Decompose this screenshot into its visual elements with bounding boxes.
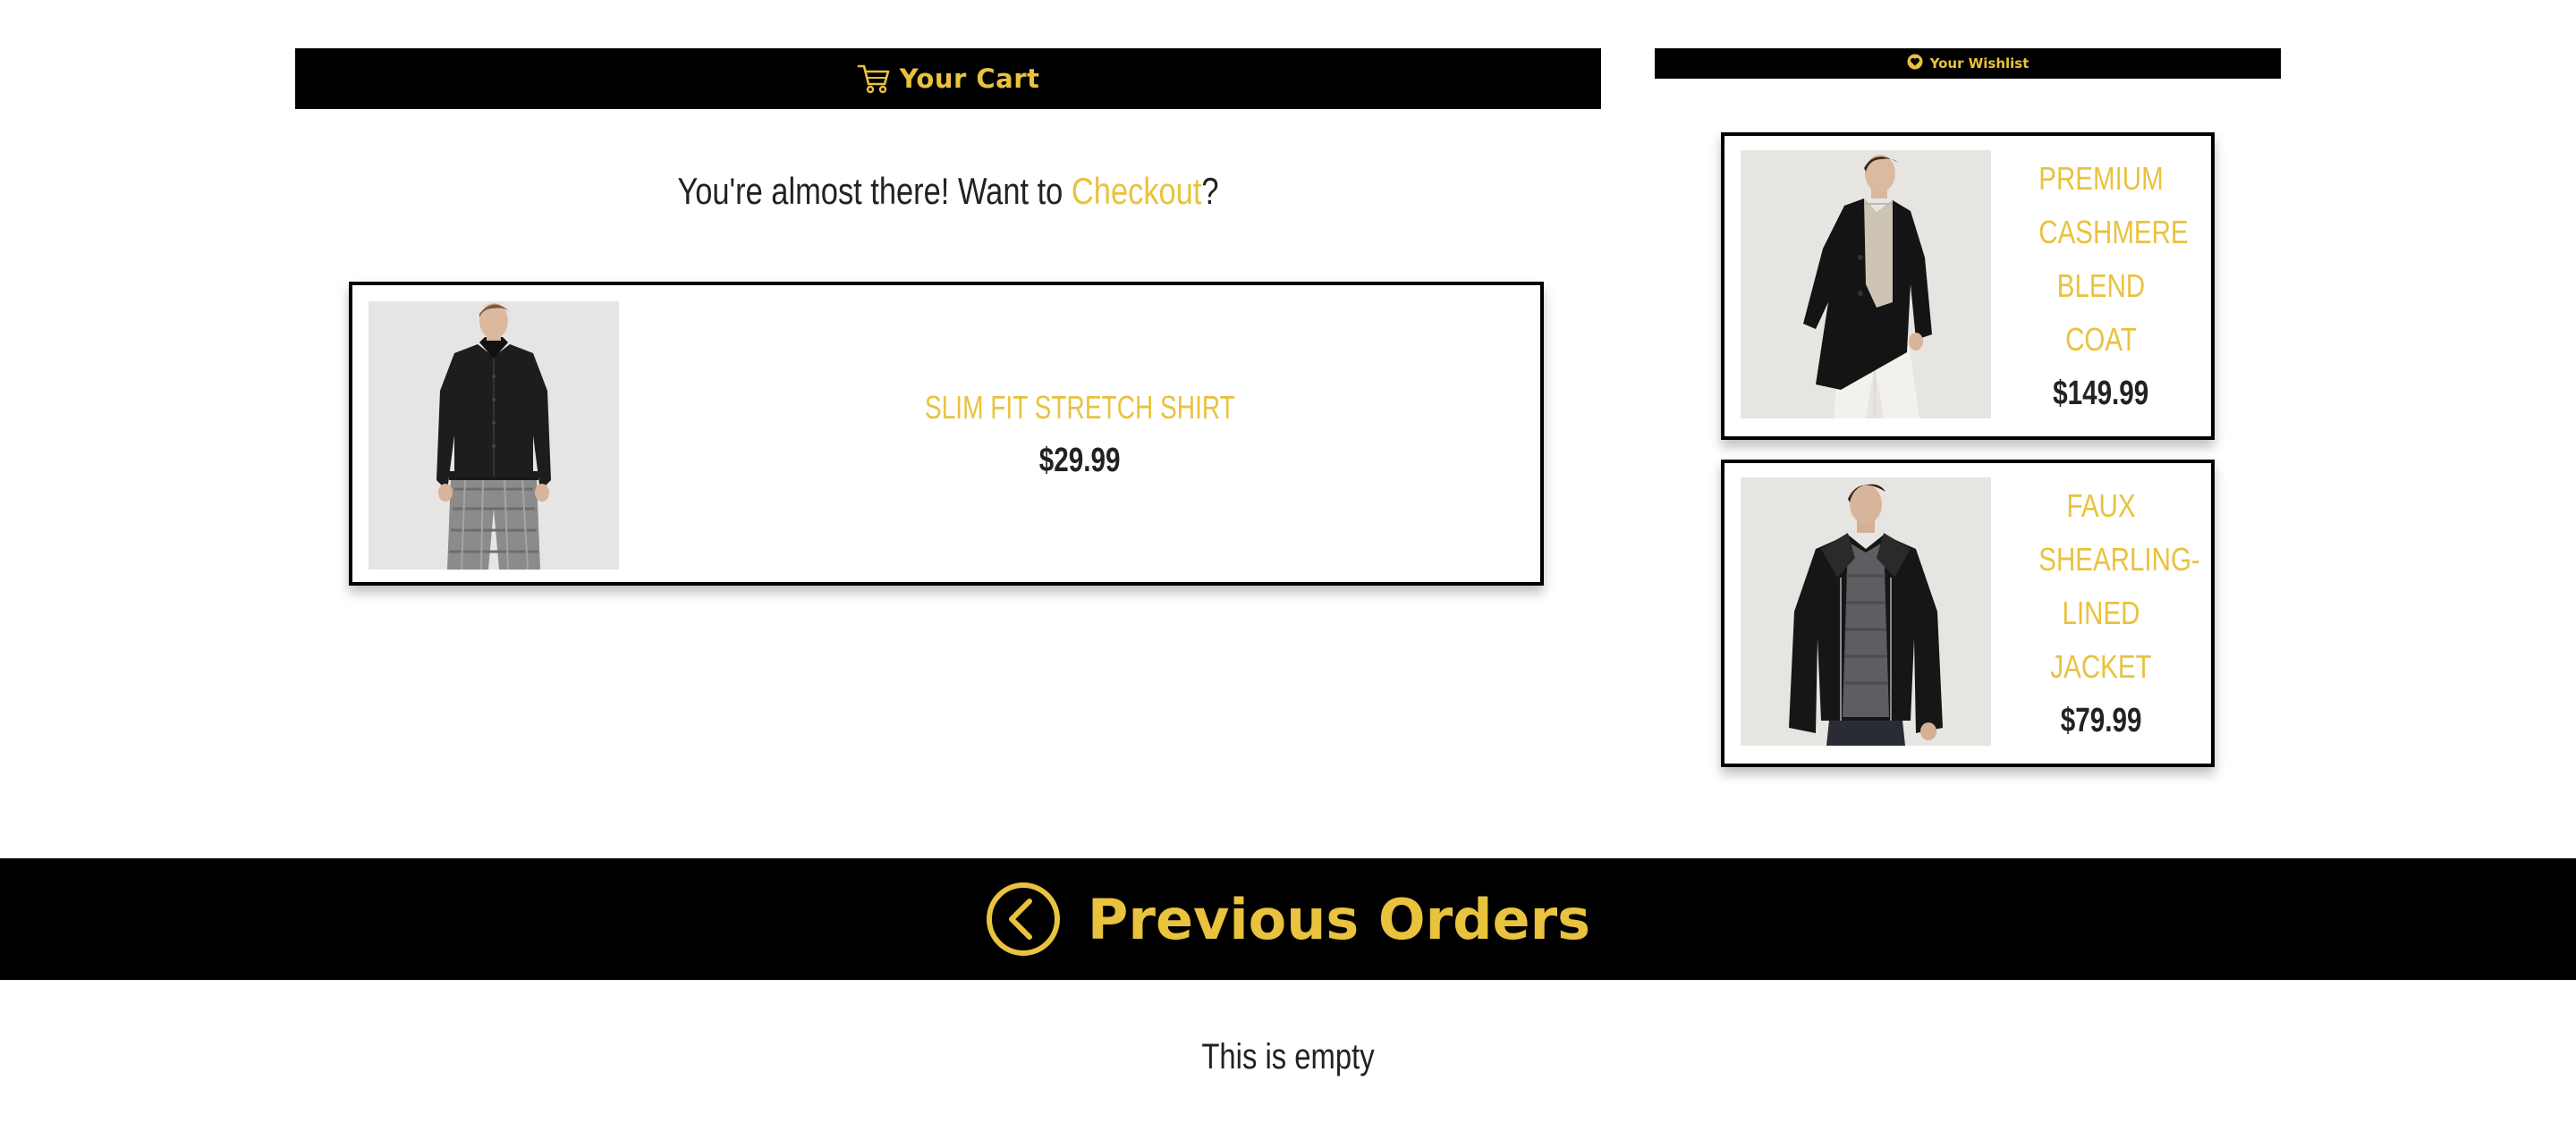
wishlist-header: Your Wishlist bbox=[1655, 48, 2281, 79]
checkout-prompt-text: You're almost there! Want to bbox=[677, 170, 1072, 212]
wishlist-item-info: PREMIUM CASHMERE BLEND COAT $149.99 bbox=[1991, 136, 2211, 436]
cart-item-price: $29.99 bbox=[1038, 442, 1121, 479]
previous-orders-header: Previous Orders bbox=[0, 858, 2576, 980]
wishlist-item-name[interactable]: PREMIUM CASHMERE BLEND COAT bbox=[2038, 152, 2188, 367]
previous-orders-title: Previous Orders bbox=[1087, 886, 1591, 952]
cart-title: Your Cart bbox=[899, 63, 1040, 94]
wishlist-item-card[interactable]: FAUX SHEARLING-LINED JACKET $79.99 bbox=[1721, 460, 2215, 767]
product-image-coat bbox=[1741, 150, 1991, 418]
wishlist-item-price: $149.99 bbox=[2053, 375, 2149, 412]
wishlist-item-name[interactable]: FAUX SHEARLING-LINED JACKET bbox=[2038, 479, 2199, 694]
wishlist-item-card[interactable]: PREMIUM CASHMERE BLEND COAT $149.99 bbox=[1721, 132, 2215, 440]
wishlist-item-price: $79.99 bbox=[2060, 702, 2142, 739]
checkout-prompt-suffix: ? bbox=[1201, 170, 1219, 212]
product-image-shirt bbox=[369, 301, 619, 570]
product-image-jacket bbox=[1741, 477, 1991, 746]
previous-orders-empty-text: This is empty bbox=[1201, 1037, 1375, 1076]
cart-item-name[interactable]: SLIM FIT STRETCH SHIRT bbox=[925, 381, 1235, 435]
checkout-link[interactable]: Checkout bbox=[1072, 170, 1201, 212]
cart-item-info: SLIM FIT STRETCH SHIRT $29.99 bbox=[619, 285, 1540, 582]
checkout-prompt: You're almost there! Want to Checkout? bbox=[412, 170, 1483, 213]
cart-item-card[interactable]: SLIM FIT STRETCH SHIRT $29.99 bbox=[349, 282, 1544, 586]
cart-header: Your Cart bbox=[295, 48, 1601, 109]
heart-icon bbox=[1907, 54, 1923, 74]
chevron-left-circle-icon[interactable] bbox=[986, 882, 1061, 957]
wishlist-title: Your Wishlist bbox=[1929, 55, 2029, 72]
cart-icon bbox=[857, 63, 891, 95]
wishlist-item-info: FAUX SHEARLING-LINED JACKET $79.99 bbox=[1991, 463, 2211, 764]
